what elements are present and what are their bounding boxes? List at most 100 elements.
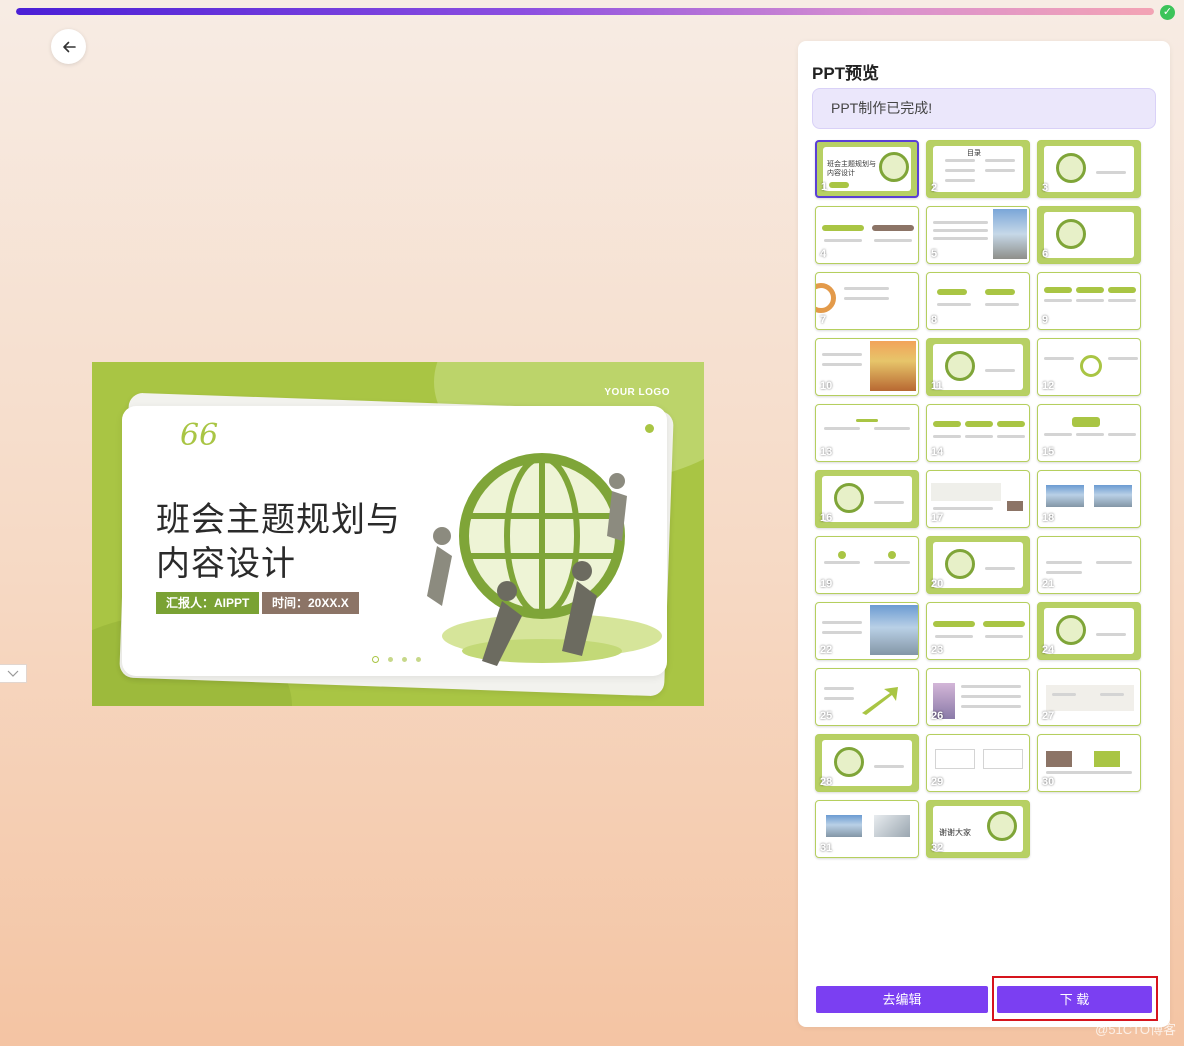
arrow-left-icon [62,41,76,52]
pager-dot [388,657,393,662]
slide-thumbnail[interactable]: 4 [815,206,919,264]
slide-thumbnail[interactable]: 22 [815,602,919,660]
slide-thumbnail[interactable]: 19 [815,536,919,594]
slide-logo: YOUR LOGO [604,387,670,398]
slide-thumbnail[interactable]: 谢谢大家 32 [926,800,1030,858]
thumb-number: 23 [931,644,944,656]
slide-thumbnail[interactable]: 25 [815,668,919,726]
slide-thumbnail[interactable]: 10 [815,338,919,396]
thumb-number: 1 [821,181,828,193]
globe-icon [1056,615,1086,645]
thumb-number: 13 [820,446,833,458]
thumb-number: 28 [820,776,833,788]
watermark: @51CTO博客 [1095,1022,1176,1037]
thumb-number: 9 [1042,314,1049,326]
slide-title-line: 内容设计 [156,544,296,584]
thumb-number: 4 [820,248,827,260]
slide-thumbnail[interactable]: 24 [1037,602,1141,660]
pager-dot [402,657,407,662]
slide-thumbnail[interactable]: 29 [926,734,1030,792]
slide-title-line: 班会主题规划与 [156,500,401,540]
slide-thumbnail[interactable]: 21 [1037,536,1141,594]
slide-thumbnail[interactable]: 5 [926,206,1030,264]
slide-thumbnail[interactable]: 9 [1037,272,1141,330]
thumb-number: 19 [820,578,833,590]
thumb-number: 11 [931,380,943,392]
thumb-number: 3 [1042,182,1049,194]
slide-thumbnail[interactable]: 15 [1037,404,1141,462]
thumb-number: 22 [820,644,833,656]
thumb-number: 8 [931,314,938,326]
slide-thumbnail[interactable]: 6 [1037,206,1141,264]
globe-icon [1056,219,1086,249]
back-button[interactable] [51,29,86,64]
thumb-number: 17 [931,512,944,524]
progress-fill [16,8,1154,15]
slide-thumbnail[interactable]: 30 [1037,734,1141,792]
thumb-number: 14 [931,446,944,458]
slide-thumbnail[interactable]: 26 [926,668,1030,726]
photo-placeholder [870,605,918,655]
thumb-number: 10 [820,380,833,392]
slide-thumbnail[interactable]: 17 [926,470,1030,528]
thumb-number: 18 [1042,512,1055,524]
slide-thumbnail[interactable]: 20 [926,536,1030,594]
chevron-down-icon [7,670,19,677]
slide-thumbnail[interactable]: 3 [1037,140,1141,198]
globe-icon [834,747,864,777]
thumb-title: 班会主题规划与内容设计 [827,160,876,177]
slide-thumbnail[interactable]: 8 [926,272,1030,330]
slide-dot [645,424,654,433]
thumb-number: 31 [820,842,833,854]
status-message: PPT制作已完成! [812,88,1156,129]
photo-placeholder [993,209,1027,259]
thumbnail-grid: 班会主题规划与内容设计 1 目录 2 3 4 5 6 7 8 9 10 11 1… [815,140,1145,858]
slide-thumbnail[interactable]: 7 [815,272,919,330]
side-toggle-button[interactable] [0,664,27,683]
ppt-preview-panel: PPT预览 PPT制作已完成! 班会主题规划与内容设计 1 目录 2 3 4 5… [798,41,1170,1027]
photo-placeholder [1046,485,1084,507]
reporter-tag: 汇报人：AIPPT [156,592,260,614]
globe-icon [834,483,864,513]
slide-thumbnail[interactable]: 18 [1037,470,1141,528]
slide-thumbnail[interactable]: 16 [815,470,919,528]
globe-icon [945,351,975,381]
slide-thumbnail[interactable]: 目录 2 [926,140,1030,198]
photo-placeholder [870,341,916,391]
slide-thumbnail[interactable]: 23 [926,602,1030,660]
progress-bar [16,8,1154,15]
slide-title: 班会主题规划与 内容设计 [156,498,416,586]
slide-pager [372,656,421,663]
thumb-number: 6 [1042,248,1049,260]
thumb-title: 谢谢大家 [939,828,971,837]
pager-dot-active [372,656,379,663]
slide-thumbnail[interactable]: 27 [1037,668,1141,726]
slide-thumbnail[interactable]: 31 [815,800,919,858]
thumb-number: 5 [931,248,938,260]
slide-thumbnail[interactable]: 11 [926,338,1030,396]
thumb-number: 12 [1042,380,1055,392]
check-icon: ✓ [1160,5,1175,20]
globe-icon [987,811,1017,841]
slide-thumbnail[interactable]: 班会主题规划与内容设计 1 [815,140,919,198]
edit-button[interactable]: 去编辑 [816,986,988,1013]
globe-icon [945,549,975,579]
quote-icon: 66 [180,418,219,453]
thumb-number: 25 [820,710,833,722]
photo-placeholder [826,815,862,837]
globe-icon [1056,153,1086,183]
thumb-number: 20 [931,578,944,590]
time-tag: 时间：20XX.X [262,592,359,614]
download-button[interactable]: 下 载 [997,986,1152,1013]
slide-thumbnail[interactable]: 28 [815,734,919,792]
slide-thumbnail[interactable]: 14 [926,404,1030,462]
photo-placeholder [1094,485,1132,507]
thumb-number: 24 [1042,644,1055,656]
slide-thumbnail[interactable]: 13 [815,404,919,462]
slide-thumbnail[interactable]: 12 [1037,338,1141,396]
thumb-number: 29 [931,776,944,788]
arrow-graphic [862,687,898,715]
thumb-title: 目录 [967,150,981,157]
thumb-number: 32 [931,842,944,854]
thumb-number: 15 [1042,446,1055,458]
